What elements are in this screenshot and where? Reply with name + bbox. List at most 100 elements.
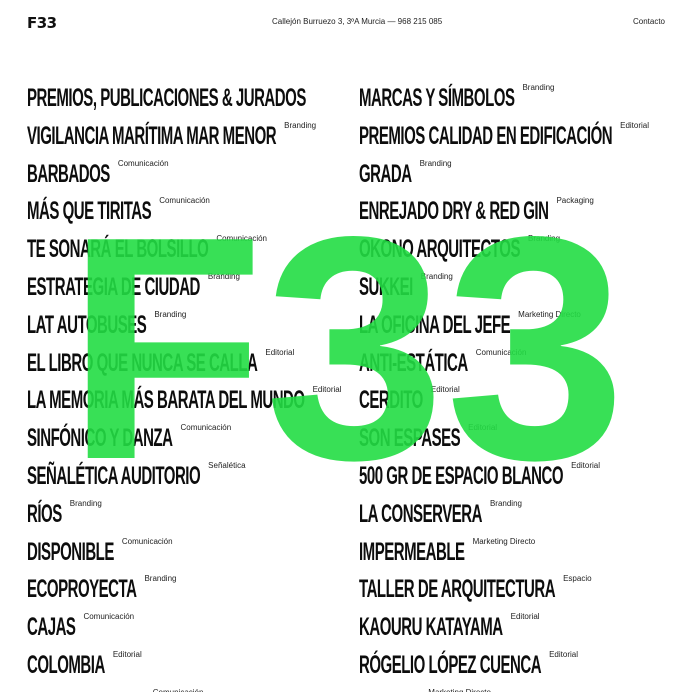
project-category: Marketing Directo xyxy=(428,688,491,692)
project-item[interactable]: Ríos Branding xyxy=(27,496,347,534)
project-title[interactable]: Anti-estática xyxy=(359,345,468,382)
project-title[interactable]: Te sonará el bolsillo xyxy=(27,231,209,268)
project-category: Comunicación xyxy=(180,423,232,433)
project-category: Branding xyxy=(522,83,555,92)
project-title[interactable]: Taller de arquitectura xyxy=(359,571,556,608)
project-item[interactable]: La oficina del jefe Marketing Directo xyxy=(359,307,679,345)
project-category: Comunicación xyxy=(117,158,169,168)
project-title[interactable]: Okono arquitectos xyxy=(359,231,520,268)
site-logo[interactable]: F33 xyxy=(27,14,57,32)
project-category: Branding xyxy=(284,120,317,130)
project-item[interactable]: Rógelio López Cuenca Editorial xyxy=(359,647,679,685)
project-title[interactable]: La oficina del jefe xyxy=(359,307,511,344)
project-title[interactable]: Marcas y símbolos xyxy=(359,80,515,117)
project-title[interactable]: Vigilancia marítima Mar Menor xyxy=(27,118,277,155)
project-title[interactable]: Señalética auditorio xyxy=(27,458,201,495)
project-item[interactable]: Disponible Comunicación xyxy=(27,534,347,572)
project-title[interactable]: Cerdito xyxy=(359,382,423,419)
project-title[interactable]: Sinfónico y danza xyxy=(27,420,173,457)
project-item[interactable]: Barbados Comunicación xyxy=(27,156,347,194)
project-category: Packaging xyxy=(556,196,594,206)
project-category: Editorial xyxy=(510,612,540,622)
address-separator: — xyxy=(387,17,396,26)
project-title[interactable]: El libro que nunca se calla xyxy=(27,345,258,382)
project-item[interactable]: Ecoproyecta Branding xyxy=(27,571,347,609)
project-category: Branding xyxy=(154,309,187,319)
project-item[interactable]: 500 gr de espacio blanco Editorial xyxy=(359,458,679,496)
project-item[interactable]: Impermeable Marketing Directo xyxy=(359,534,679,572)
address-text: Callejón Burruezo 3, 3ºA Murcia xyxy=(272,17,386,26)
project-category: Editorial xyxy=(468,423,498,433)
project-category: Editorial xyxy=(430,385,460,395)
project-list-left: Premios, publicaciones & jurados Vigilanc… xyxy=(27,80,347,692)
project-title[interactable]: Grada xyxy=(359,156,412,193)
project-item[interactable]: Lat autobuses Branding xyxy=(27,307,347,345)
project-item[interactable]: Vigilancia marítima Mar Menor Branding xyxy=(27,118,347,156)
project-title[interactable]: Blanco xyxy=(359,685,421,692)
project-title[interactable]: Impermeable xyxy=(359,534,465,571)
project-title[interactable]: Lat autobuses xyxy=(27,307,147,344)
project-item[interactable]: Más que tiritas Comunicación xyxy=(27,193,347,231)
project-category: Señalética xyxy=(208,460,246,470)
project-title[interactable]: Disponible xyxy=(27,534,114,571)
project-category: Comunicación xyxy=(83,612,135,622)
project-title[interactable]: Premios, publicaciones & jurados xyxy=(27,80,306,117)
project-item[interactable]: La memoria más barata del mundo Editorial xyxy=(27,382,347,420)
project-item[interactable]: Te sonará el bolsillo Comunicación xyxy=(27,231,347,269)
project-title[interactable]: Son espases xyxy=(359,420,461,457)
project-category: Comunicación xyxy=(159,196,210,206)
project-item[interactable]: El libro que nunca se calla Editorial xyxy=(27,345,347,383)
project-item[interactable]: Cajas Comunicación xyxy=(27,609,347,647)
project-category: Espacio xyxy=(563,574,592,584)
project-item[interactable]: Grada Branding xyxy=(359,156,679,194)
project-category: Editorial xyxy=(112,649,142,659)
project-title[interactable]: 15 aniversario xyxy=(27,685,145,692)
project-category: Marketing Directo xyxy=(472,536,536,546)
project-title[interactable]: Barbados xyxy=(27,156,110,193)
project-title[interactable]: Cajas xyxy=(27,609,76,646)
project-item[interactable]: Premios calidad en edificación Editorial xyxy=(359,118,679,156)
project-category: Comunicación xyxy=(153,688,204,692)
project-category: Comunicación xyxy=(475,347,527,357)
project-category: Branding xyxy=(528,234,561,244)
project-item[interactable]: Estrategia de ciudad Branding xyxy=(27,269,347,307)
project-title[interactable]: Colombia xyxy=(27,647,105,684)
studio-address: Callejón Burruezo 3, 3ºA Murcia — 968 21… xyxy=(272,17,442,26)
project-title[interactable]: Kaouru Katayama xyxy=(359,609,503,646)
project-category: Branding xyxy=(420,271,453,281)
project-item[interactable]: Marcas y símbolos Branding xyxy=(359,80,679,118)
project-category: Editorial xyxy=(549,649,578,659)
project-item[interactable]: Enrejado Dry & Red Gin Packaging xyxy=(359,193,679,231)
project-title[interactable]: Enrejado Dry & Red Gin xyxy=(359,193,549,230)
project-item[interactable]: Anti-estática Comunicación xyxy=(359,345,679,383)
project-title[interactable]: Rógelio López Cuenca xyxy=(359,647,542,684)
project-category: Branding xyxy=(144,574,177,584)
project-item[interactable]: Señalética auditorio Señalética xyxy=(27,458,347,496)
project-item[interactable]: Okono arquitectos Branding xyxy=(359,231,679,269)
project-item[interactable]: Kaouru Katayama Editorial xyxy=(359,609,679,647)
project-title[interactable]: 500 gr de espacio blanco xyxy=(359,458,564,495)
project-title[interactable]: La memoria más barata del mundo xyxy=(27,382,305,419)
project-category: Comunicación xyxy=(216,234,268,244)
project-category: Editorial xyxy=(620,120,650,130)
phone-link[interactable]: 968 215 085 xyxy=(398,17,443,26)
project-item[interactable]: Sinfónico y danza Comunicación xyxy=(27,420,347,458)
project-item[interactable]: Son espases Editorial xyxy=(359,420,679,458)
project-title[interactable]: Más que tiritas xyxy=(27,193,152,230)
project-title[interactable]: Premios calidad en edificación xyxy=(359,118,613,155)
project-title[interactable]: Ecoproyecta xyxy=(27,571,137,608)
project-category: Branding xyxy=(207,271,240,281)
project-title[interactable]: Estrategia de ciudad xyxy=(27,269,200,306)
contact-link[interactable]: Contacto xyxy=(633,17,665,26)
project-item[interactable]: Taller de arquitectura Espacio xyxy=(359,571,679,609)
project-item[interactable]: Cerdito Editorial xyxy=(359,382,679,420)
project-item[interactable]: Premios, publicaciones & jurados xyxy=(27,80,347,118)
project-title[interactable]: Sukkei xyxy=(359,269,413,306)
project-item[interactable]: La conservera Branding xyxy=(359,496,679,534)
project-item[interactable]: 15 aniversario Comunicación xyxy=(27,685,347,692)
project-title[interactable]: La conservera xyxy=(359,496,482,533)
project-item[interactable]: Blanco Marketing Directo xyxy=(359,685,679,692)
project-title[interactable]: Ríos xyxy=(27,496,62,533)
project-item[interactable]: Sukkei Branding xyxy=(359,269,679,307)
project-item[interactable]: Colombia Editorial xyxy=(27,647,347,685)
